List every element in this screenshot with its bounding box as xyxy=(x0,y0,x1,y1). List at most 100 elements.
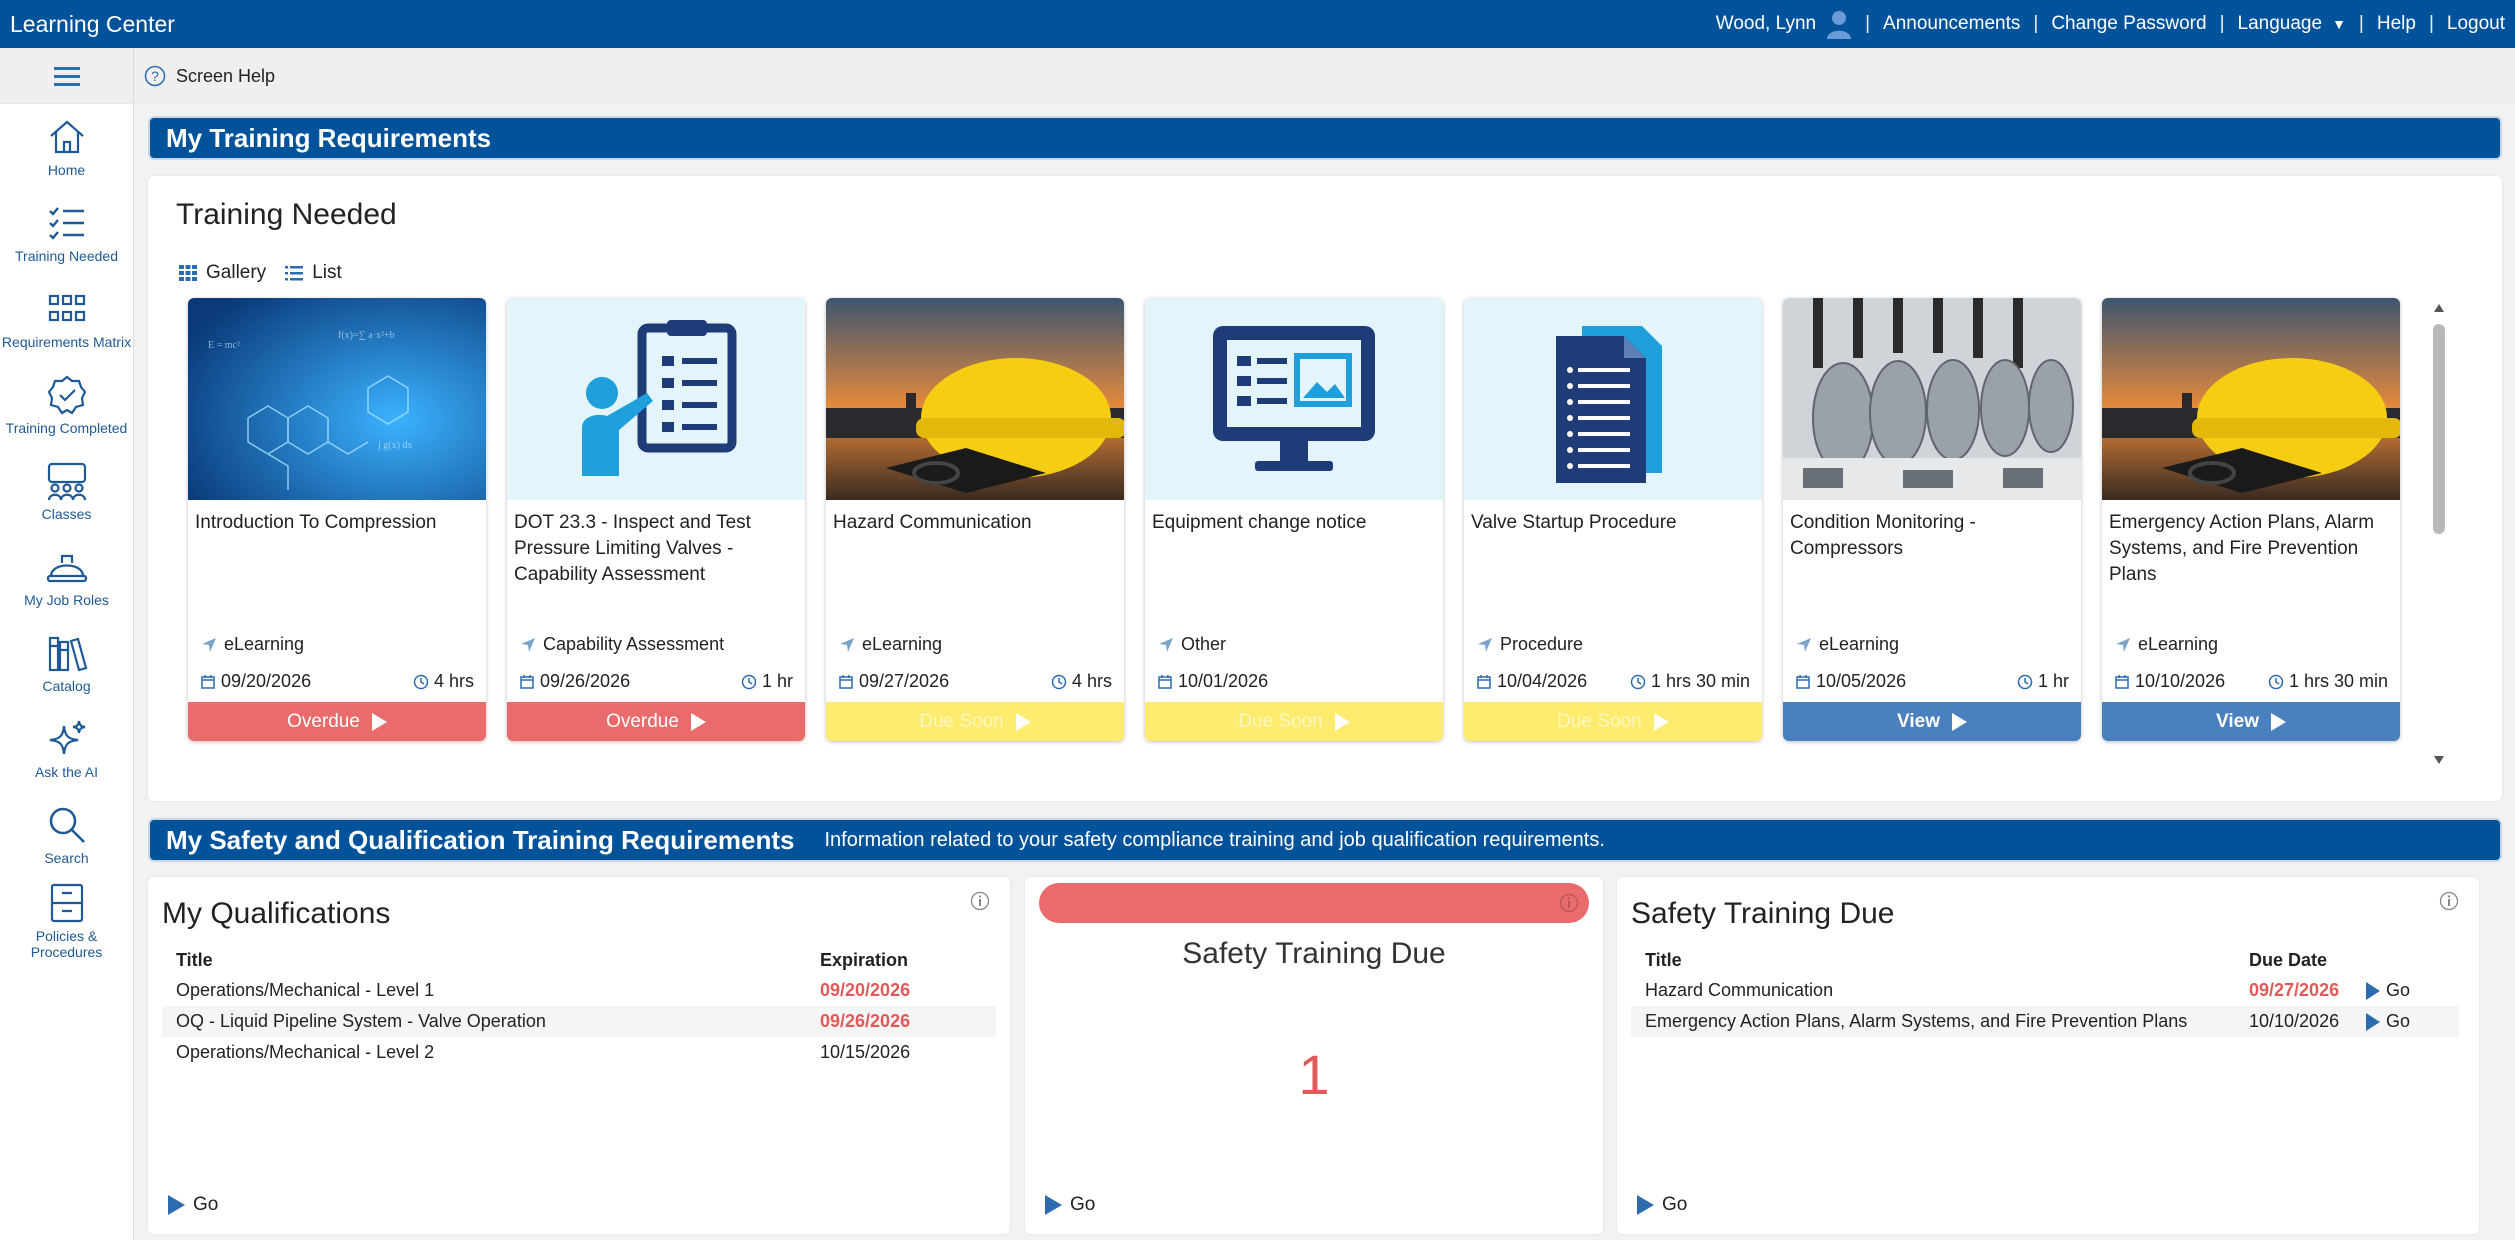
card-date-value: 09/20/2026 xyxy=(221,671,312,691)
list-view-button[interactable]: List xyxy=(284,262,342,284)
sidebar-item-my-job-roles[interactable]: My Job Roles xyxy=(0,534,133,620)
sidebar-item-search[interactable]: Search xyxy=(0,792,133,878)
card-action-button[interactable]: Overdue xyxy=(507,702,805,741)
panel-title: Safety Training Due xyxy=(1182,937,1446,970)
divider: | xyxy=(2033,13,2039,34)
info-icon[interactable] xyxy=(1559,893,1579,913)
calendar-icon xyxy=(839,674,853,689)
training-card[interactable]: Equipment change notice Other 10/01/2026… xyxy=(1145,298,1443,741)
presenter-icon xyxy=(507,298,805,500)
my-qualifications-panel: My Qualifications Title Expiration Opera… xyxy=(148,877,1010,1234)
help-link[interactable]: Help xyxy=(2377,13,2416,35)
table-header: Title Due Date xyxy=(1631,945,2459,975)
table-row[interactable]: Emergency Action Plans, Alarm Systems, a… xyxy=(1631,1006,2459,1037)
row-go-button[interactable]: Go xyxy=(2352,975,2459,1006)
calendar-icon xyxy=(520,674,534,689)
table-row[interactable]: OQ - Liquid Pipeline System - Valve Oper… xyxy=(162,1006,996,1037)
training-title: Emergency Action Plans, Alarm Systems, a… xyxy=(1631,1006,2235,1037)
announcements-link[interactable]: Announcements xyxy=(1883,13,2020,35)
qualifications-go-button[interactable]: Go xyxy=(168,1194,218,1216)
hardhat-image xyxy=(2102,298,2400,500)
cabinet-icon xyxy=(50,883,83,923)
gallery-scrollbar[interactable] xyxy=(2432,304,2446,764)
row-go-button[interactable]: Go xyxy=(2352,1006,2459,1037)
training-card[interactable]: DOT 23.3 - Inspect and Test Pressure Lim… xyxy=(507,298,805,741)
card-duration: 1 hr xyxy=(741,671,793,692)
card-date-value: 10/04/2026 xyxy=(1497,671,1588,691)
go-label: Go xyxy=(1662,1194,1688,1215)
scroll-down-icon[interactable] xyxy=(2434,756,2444,764)
card-action-button[interactable]: Due Soon xyxy=(1464,702,1762,741)
sparkle-icon xyxy=(49,720,85,755)
card-status-label: View xyxy=(2216,710,2259,732)
hardhat-icon xyxy=(46,554,87,583)
go-label: Go xyxy=(2386,980,2411,1000)
card-title: Hazard Communication xyxy=(833,512,1032,533)
navigation-arrow-icon xyxy=(1478,637,1492,652)
sidebar-item-classes[interactable]: Classes xyxy=(0,448,133,534)
info-icon[interactable] xyxy=(2439,891,2459,911)
calendar-icon xyxy=(201,674,215,689)
card-action-button[interactable]: Due Soon xyxy=(1145,702,1443,741)
card-type-label: Other xyxy=(1181,634,1227,654)
user-name[interactable]: Wood, Lynn xyxy=(1716,13,1816,35)
panel-title: My Qualifications xyxy=(162,897,391,930)
screen-help-link[interactable]: Screen Help xyxy=(176,66,275,87)
clock-icon xyxy=(1051,674,1067,689)
training-card[interactable]: f(x)=∑ a·x²+b ∫ g(x) dx E = mc² Introducti… xyxy=(188,298,486,741)
language-dropdown[interactable]: Language ▼ xyxy=(2238,13,2346,35)
divider: | xyxy=(2358,13,2364,34)
scroll-up-icon[interactable] xyxy=(2434,304,2444,312)
divider: | xyxy=(2428,13,2434,34)
card-due-date: 10/04/2026 xyxy=(1476,671,1587,692)
card-duration-value: 1 hr xyxy=(2037,671,2069,691)
sidebar: Home Training Needed Requirements Matrix… xyxy=(0,48,134,1240)
table-row[interactable]: Hazard Communication 09/27/2026 Go xyxy=(1631,975,2459,1006)
sidebar-item-training-completed[interactable]: Training Completed xyxy=(0,362,133,448)
sidebar-item-label: Training Needed xyxy=(15,248,118,264)
menu-toggle[interactable] xyxy=(0,48,133,104)
sidebar-item-home[interactable]: Home xyxy=(0,104,133,190)
training-card[interactable]: Hazard Communication eLearning 09/27/202… xyxy=(826,298,1124,741)
scrollbar-thumb[interactable] xyxy=(2433,324,2445,534)
list-icon xyxy=(285,266,304,281)
card-action-button[interactable]: Overdue xyxy=(188,702,486,741)
sidebar-item-catalog[interactable]: Catalog xyxy=(0,620,133,706)
sidebar-item-training-needed[interactable]: Training Needed xyxy=(0,190,133,276)
training-card[interactable]: Valve Startup Procedure Procedure 10/04/… xyxy=(1464,298,1762,741)
classes-icon xyxy=(47,462,86,501)
card-status-label: Due Soon xyxy=(1238,710,1323,732)
logout-link[interactable]: Logout xyxy=(2447,13,2505,35)
table-row[interactable]: Operations/Mechanical - Level 1 09/20/20… xyxy=(162,975,996,1006)
language-label: Language xyxy=(2237,13,2323,34)
card-duration-value: 4 hrs xyxy=(433,671,474,691)
calendar-icon xyxy=(1477,674,1491,689)
card-action-button[interactable]: View xyxy=(1783,702,2081,741)
card-title: DOT 23.3 - Inspect and Test Pressure Lim… xyxy=(514,512,751,585)
training-card[interactable]: Condition Monitoring - Compressors eLear… xyxy=(1783,298,2081,741)
training-card[interactable]: Emergency Action Plans, Alarm Systems, a… xyxy=(2102,298,2400,741)
sidebar-item-requirements-matrix[interactable]: Requirements Matrix xyxy=(0,276,133,362)
card-type: Other xyxy=(1157,634,1226,655)
info-icon[interactable] xyxy=(970,891,990,911)
play-icon xyxy=(168,1195,185,1215)
gallery-view-button[interactable]: Gallery xyxy=(178,262,266,284)
expiration-date: 10/15/2026 xyxy=(820,1042,911,1062)
sidebar-item-label: Ask the AI xyxy=(34,764,99,780)
safety-count-go-button[interactable]: Go xyxy=(1045,1194,1095,1216)
user-avatar-icon[interactable] xyxy=(1826,9,1852,39)
card-action-button[interactable]: View xyxy=(2102,702,2400,741)
play-icon xyxy=(1637,1195,1654,1215)
section-title: My Training Requirements xyxy=(166,122,492,153)
sidebar-item-policies-procedures[interactable]: Policies & Procedures xyxy=(0,878,133,964)
sidebar-item-ask-the-ai[interactable]: Ask the AI xyxy=(0,706,133,792)
play-icon xyxy=(2366,981,2380,1000)
sidebar-item-label: Training Completed xyxy=(5,420,128,436)
table-row[interactable]: Operations/Mechanical - Level 2 10/15/20… xyxy=(162,1037,996,1068)
sidebar-item-label: Classes xyxy=(41,506,92,522)
safety-due-go-button[interactable]: Go xyxy=(1637,1194,1687,1216)
card-type: eLearning xyxy=(1795,634,1899,655)
card-action-button[interactable]: Due Soon xyxy=(826,702,1124,741)
change-password-link[interactable]: Change Password xyxy=(2051,13,2206,35)
question-circle-icon[interactable]: ? xyxy=(144,65,166,87)
